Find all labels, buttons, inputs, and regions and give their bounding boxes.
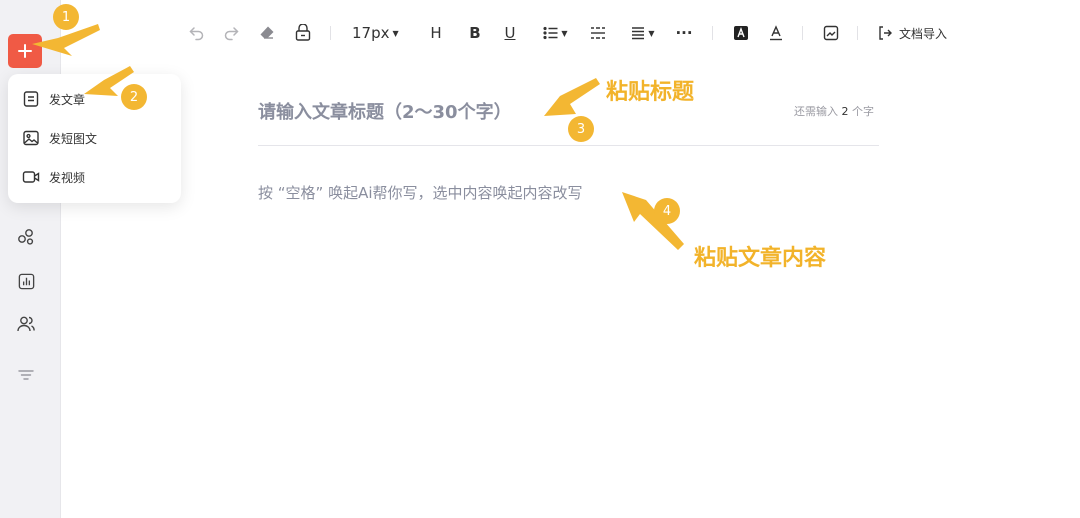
callout-paste-content: 粘贴文章内容 — [694, 246, 827, 271]
annotation-badge-1: 1 — [53, 4, 79, 30]
annotation-badge-3: 3 — [568, 116, 594, 142]
annotation-badge-2: 2 — [121, 84, 147, 110]
annotation-badge-4: 4 — [654, 198, 680, 224]
annotation-arrows — [32, 24, 684, 250]
annotation-arrow-3 — [544, 78, 600, 116]
callout-paste-title: 粘贴标题 — [606, 80, 695, 105]
